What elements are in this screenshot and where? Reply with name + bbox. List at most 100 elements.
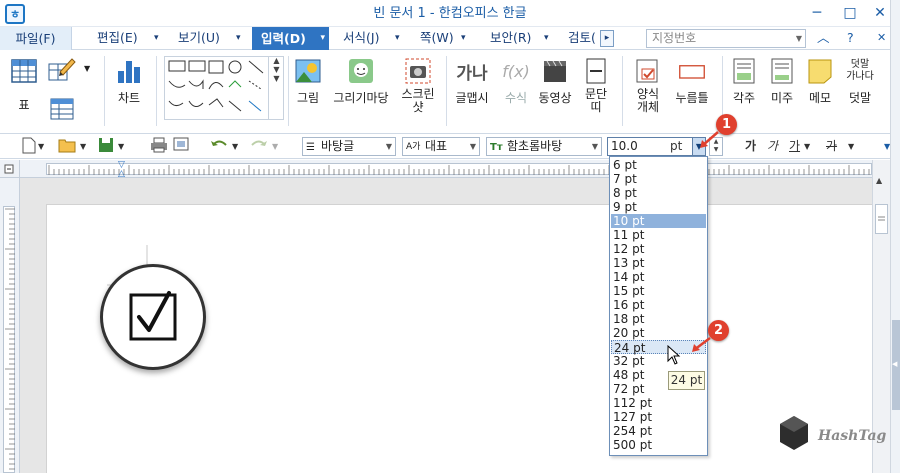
font-size-option[interactable]: 32 pt: [611, 354, 706, 368]
overlap-label: 덧말: [848, 91, 872, 105]
close-doc-icon[interactable]: ✕: [877, 27, 886, 49]
scroll-up-icon[interactable]: ▲: [876, 176, 882, 185]
language-value: 대표: [425, 139, 448, 153]
menu-review[interactable]: 검토(: [568, 27, 596, 49]
video-button[interactable]: 동영상: [534, 56, 576, 105]
picture-icon: [294, 56, 322, 86]
menu-format-arrow-icon[interactable]: ▾: [395, 27, 400, 49]
font-size-option[interactable]: 10 pt: [611, 214, 706, 228]
font-select[interactable]: Tт 함초롬바탕 ▼: [486, 137, 602, 156]
menu-edit-arrow-icon[interactable]: ▾: [154, 27, 159, 49]
font-size-dropdown-list[interactable]: 6 pt 7 pt 8 pt 9 pt 10 pt 11 pt 12 pt 13 pt 14 p…: [609, 156, 708, 456]
font-size-option[interactable]: 6 pt: [611, 158, 706, 172]
undo-icon[interactable]: [210, 137, 228, 156]
italic-button[interactable]: 가: [767, 137, 778, 156]
collapse-ribbon-icon[interactable]: ︿: [817, 27, 830, 49]
save-dropdown-icon[interactable]: ▼: [118, 137, 124, 156]
font-size-option[interactable]: 15 pt: [611, 284, 706, 298]
memo-button[interactable]: 메모: [804, 56, 836, 105]
memo-icon: [806, 56, 834, 86]
redo-dropdown-icon[interactable]: ▼: [272, 137, 278, 156]
screenshot-button[interactable]: 스크린 샷: [398, 56, 438, 114]
bar-chart-icon: [115, 56, 143, 86]
drawing-mart-icon: [347, 56, 375, 86]
underline-dropdown-icon[interactable]: ▼: [804, 137, 810, 156]
paragraph-band-button[interactable]: 문단 띠: [580, 56, 612, 114]
shapes-gallery[interactable]: [164, 56, 284, 120]
help-icon[interactable]: ?: [847, 27, 854, 49]
ribbon-divider: [622, 56, 623, 126]
numbering-style-select[interactable]: 지정번호 ▼: [646, 29, 806, 48]
font-size-option[interactable]: 12 pt: [611, 242, 706, 256]
new-doc-icon[interactable]: [22, 137, 36, 156]
press-field-button[interactable]: 누름틀: [670, 56, 714, 105]
strikethrough-button[interactable]: 가: [826, 137, 837, 156]
form-object-button[interactable]: 양식 개체: [630, 56, 666, 114]
font-size-option[interactable]: 112 pt: [611, 396, 706, 410]
horizontal-ruler[interactable]: ▽ △: [20, 160, 872, 179]
redo-icon[interactable]: [250, 137, 268, 156]
menu-insert[interactable]: 입력(D) ▾: [252, 27, 329, 50]
panel-toggle-icon[interactable]: ◀: [892, 360, 897, 368]
press-field-label: 누름틀: [675, 91, 709, 105]
underline-button[interactable]: 가: [789, 137, 800, 156]
menu-security[interactable]: 보안(R): [490, 27, 531, 49]
print-icon[interactable]: [150, 137, 168, 156]
formula-button[interactable]: f(x) 수식: [496, 56, 536, 106]
endnote-button[interactable]: 미주: [766, 56, 798, 105]
picture-button[interactable]: 그림: [292, 56, 324, 105]
menu-page-arrow-icon[interactable]: ▾: [461, 27, 466, 49]
preview-icon[interactable]: [172, 137, 190, 156]
menu-page[interactable]: 쪽(W): [420, 27, 454, 49]
font-size-option[interactable]: 127 pt: [611, 410, 706, 424]
font-size-option[interactable]: 500 pt: [611, 438, 706, 452]
font-size-option[interactable]: 8 pt: [611, 186, 706, 200]
open-folder-icon[interactable]: [58, 137, 76, 156]
open-dropdown-icon[interactable]: ▼: [80, 137, 86, 156]
font-size-option[interactable]: 14 pt: [611, 270, 706, 284]
font-cap-button[interactable]: 가나 글맵시: [452, 56, 492, 106]
font-size-option[interactable]: 11 pt: [611, 228, 706, 242]
pencil-table-icon[interactable]: [46, 56, 76, 86]
chevron-down-icon: ▼: [591, 142, 598, 151]
overlap-button[interactable]: 덧말 가나다 덧말: [842, 56, 878, 105]
font-size-option[interactable]: 7 pt: [611, 172, 706, 186]
menu-view-arrow-icon[interactable]: ▾: [236, 27, 241, 49]
font-size-option[interactable]: 18 pt: [611, 312, 706, 326]
menu-file[interactable]: 파일(F): [0, 27, 72, 50]
language-select[interactable]: A가 대표 ▼: [402, 137, 480, 156]
ruler-corner[interactable]: [0, 160, 20, 178]
strike-dropdown-icon[interactable]: ▼: [848, 137, 854, 156]
side-panel-strip[interactable]: ◀: [890, 0, 900, 473]
table-label: 표: [18, 98, 30, 112]
font-size-option[interactable]: 16 pt: [611, 298, 706, 312]
font-type-icon: Tт: [490, 142, 503, 153]
menu-insert-arrow-icon[interactable]: ▾: [320, 27, 325, 50]
shapes-scroll[interactable]: ▲ ▼ ▼: [268, 56, 284, 120]
table-button[interactable]: 표: [8, 56, 40, 112]
undo-dropdown-icon[interactable]: ▼: [232, 137, 238, 156]
menu-edit[interactable]: 편집(E): [97, 27, 138, 49]
bold-button[interactable]: 가: [745, 137, 756, 156]
menu-format[interactable]: 서식(J): [343, 27, 379, 49]
menu-view[interactable]: 보기(U): [178, 27, 220, 49]
table-dropdown-icon[interactable]: ▼: [84, 64, 90, 73]
font-size-option[interactable]: 9 pt: [611, 200, 706, 214]
font-size-option[interactable]: 13 pt: [611, 256, 706, 270]
paragraph-style-select[interactable]: ☰ 바탕글 ▼: [302, 137, 396, 156]
new-doc-dropdown-icon[interactable]: ▼: [38, 137, 44, 156]
scroll-thumb[interactable]: [875, 204, 888, 234]
minimize-button[interactable]: ─: [799, 0, 835, 27]
menu-security-arrow-icon[interactable]: ▾: [544, 27, 549, 49]
vertical-ruler[interactable]: [0, 178, 20, 473]
paragraph-style-value: 바탕글: [321, 139, 355, 153]
paragraph-band-label-2: 띠: [590, 100, 602, 114]
font-size-option[interactable]: 254 pt: [611, 424, 706, 438]
chart-button[interactable]: 차트: [112, 56, 146, 105]
overlap-icon-sub: 가나다: [846, 71, 874, 82]
more-menu-icon[interactable]: ▸: [600, 30, 614, 47]
footnote-button[interactable]: 각주: [728, 56, 760, 105]
save-icon[interactable]: [98, 137, 114, 156]
table-calc-icon[interactable]: [50, 98, 74, 120]
drawing-mart-button[interactable]: 그리기마당: [330, 56, 392, 105]
